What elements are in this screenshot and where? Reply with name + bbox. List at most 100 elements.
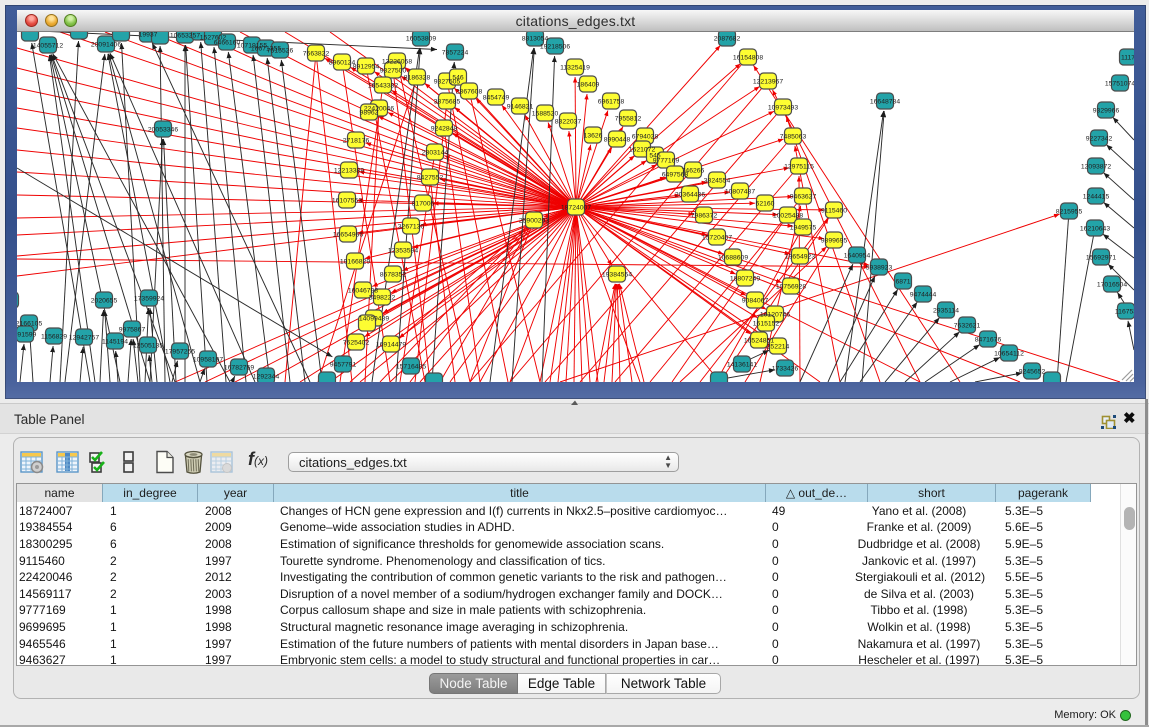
svg-text:3498222: 3498222 bbox=[369, 295, 396, 302]
svg-text:15720407: 15720407 bbox=[702, 235, 732, 242]
svg-text:17957255: 17957255 bbox=[165, 349, 195, 356]
svg-text:12505135: 12505135 bbox=[133, 343, 163, 350]
svg-text:186409: 186409 bbox=[577, 82, 600, 89]
svg-text:1244415: 1244415 bbox=[1083, 194, 1110, 201]
svg-text:19218506: 19218506 bbox=[540, 44, 570, 51]
svg-text:8813054: 8813054 bbox=[522, 36, 549, 43]
svg-text:14136141: 14136141 bbox=[727, 362, 757, 369]
svg-text:62160: 62160 bbox=[756, 201, 775, 208]
svg-text:12213389: 12213389 bbox=[334, 168, 364, 175]
svg-text:116753: 116753 bbox=[1115, 309, 1134, 316]
svg-text:10120746: 10120746 bbox=[760, 312, 790, 319]
svg-text:15716485: 15716485 bbox=[396, 364, 426, 371]
svg-text:9975867: 9975867 bbox=[119, 327, 146, 334]
svg-text:1615152: 1615152 bbox=[753, 321, 780, 328]
svg-text:2718176: 2718176 bbox=[343, 138, 370, 145]
svg-text:8960124: 8960124 bbox=[329, 60, 356, 67]
svg-text:17359924: 17359924 bbox=[134, 296, 164, 303]
svg-text:3824554: 3824554 bbox=[704, 178, 731, 185]
svg-text:16107553: 16107553 bbox=[332, 198, 362, 205]
svg-text:2803144: 2803144 bbox=[422, 150, 449, 157]
svg-text:746266: 746266 bbox=[682, 168, 705, 175]
svg-text:7955812: 7955812 bbox=[615, 116, 642, 123]
svg-text:18807249: 18807249 bbox=[730, 276, 760, 283]
svg-text:10025488: 10025488 bbox=[773, 213, 803, 220]
svg-text:7857224: 7857224 bbox=[442, 50, 469, 57]
svg-text:9777169: 9777169 bbox=[653, 158, 680, 165]
svg-text:16654966: 16654966 bbox=[333, 232, 363, 239]
svg-text:6794028: 6794028 bbox=[632, 134, 659, 141]
svg-text:8912954: 8912954 bbox=[353, 64, 380, 71]
svg-text:9245652: 9245652 bbox=[1019, 369, 1046, 376]
svg-text:817006: 817006 bbox=[412, 201, 435, 208]
svg-text:9474444: 9474444 bbox=[910, 292, 937, 299]
svg-text:7663822: 7663822 bbox=[303, 51, 330, 58]
svg-text:5938923: 5938923 bbox=[866, 265, 893, 272]
svg-text:8678352: 8678352 bbox=[380, 272, 407, 279]
svg-text:20053346: 20053346 bbox=[148, 127, 178, 134]
svg-text:12942757: 12942757 bbox=[69, 335, 99, 342]
svg-text:252214: 252214 bbox=[767, 344, 790, 351]
svg-text:15692971: 15692971 bbox=[1086, 255, 1116, 262]
svg-text:19384554: 19384554 bbox=[602, 272, 632, 279]
svg-text:8427552: 8427552 bbox=[417, 175, 444, 182]
svg-text:18724007: 18724007 bbox=[561, 205, 591, 212]
svg-text:6871: 6871 bbox=[895, 279, 910, 286]
svg-text:16053809: 16053809 bbox=[406, 36, 436, 43]
svg-text:10688609: 10688609 bbox=[718, 255, 748, 262]
svg-text:10973493: 10973493 bbox=[768, 105, 798, 112]
svg-text:25900293: 25900293 bbox=[519, 218, 549, 225]
svg-text:1156829: 1156829 bbox=[41, 334, 67, 341]
svg-text:9329966: 9329966 bbox=[1093, 108, 1120, 115]
svg-text:12975115: 12975115 bbox=[784, 164, 814, 171]
svg-text:2166105: 2166105 bbox=[17, 321, 42, 328]
svg-text:98962: 98962 bbox=[360, 110, 379, 117]
svg-text:8215955: 8215955 bbox=[1056, 209, 1083, 216]
svg-text:12093872: 12093872 bbox=[1081, 164, 1111, 171]
svg-text:1117: 1117 bbox=[1121, 55, 1134, 62]
svg-text:3267130: 3267130 bbox=[398, 224, 425, 231]
svg-text:10807487: 10807487 bbox=[725, 189, 755, 196]
svg-text:14055712: 14055712 bbox=[33, 43, 63, 50]
svg-text:16210643: 16210643 bbox=[1080, 226, 1110, 233]
svg-text:14099489: 14099489 bbox=[359, 316, 389, 323]
svg-text:16543382: 16543382 bbox=[368, 83, 398, 90]
svg-text:10653257: 10653257 bbox=[170, 33, 200, 40]
svg-text:1145194: 1145194 bbox=[102, 339, 128, 346]
svg-text:19937: 19937 bbox=[139, 32, 158, 39]
svg-text:1733426: 1733426 bbox=[772, 366, 799, 373]
svg-text:12213967: 12213967 bbox=[753, 79, 783, 86]
svg-text:7625402: 7625402 bbox=[343, 340, 370, 347]
svg-text:16046798: 16046798 bbox=[348, 288, 378, 295]
svg-text:1949575: 1949575 bbox=[790, 225, 817, 232]
svg-text:9457791: 9457791 bbox=[330, 362, 357, 369]
svg-text:8990448: 8990448 bbox=[604, 137, 631, 144]
svg-text:10756928: 10756928 bbox=[776, 284, 806, 291]
svg-text:9115460: 9115460 bbox=[821, 208, 847, 215]
svg-text:2867608: 2867608 bbox=[456, 89, 483, 96]
svg-text:11325419: 11325419 bbox=[560, 65, 590, 72]
svg-text:1292344: 1292344 bbox=[253, 374, 280, 381]
svg-text:6961758: 6961758 bbox=[598, 99, 625, 106]
svg-text:9463627: 9463627 bbox=[790, 194, 817, 201]
svg-text:7986372: 7986372 bbox=[691, 213, 718, 220]
svg-text:7632621: 7632621 bbox=[954, 323, 981, 330]
svg-text:12353594: 12353594 bbox=[388, 248, 418, 255]
svg-text:1640954: 1640954 bbox=[844, 253, 871, 260]
svg-text:9899695: 9899695 bbox=[821, 238, 848, 245]
svg-text:16648784: 16648784 bbox=[870, 99, 900, 106]
svg-text:391599: 391599 bbox=[17, 332, 37, 339]
svg-text:9327500: 9327500 bbox=[380, 68, 407, 75]
svg-text:546: 546 bbox=[452, 75, 464, 82]
svg-text:9242848: 9242848 bbox=[431, 126, 458, 133]
svg-text:2020655: 2020655 bbox=[91, 298, 118, 305]
svg-text:19166829: 19166829 bbox=[340, 259, 370, 266]
svg-text:9084067: 9084067 bbox=[742, 298, 769, 305]
svg-text:17016504: 17016504 bbox=[1097, 282, 1127, 289]
svg-text:15751074: 15751074 bbox=[1105, 81, 1134, 88]
svg-text:20091406: 20091406 bbox=[91, 42, 121, 49]
svg-text:8322037: 8322037 bbox=[555, 119, 582, 126]
svg-text:2087682: 2087682 bbox=[714, 36, 741, 43]
svg-text:13626: 13626 bbox=[584, 133, 603, 140]
svg-text:13226058: 13226058 bbox=[382, 59, 412, 66]
